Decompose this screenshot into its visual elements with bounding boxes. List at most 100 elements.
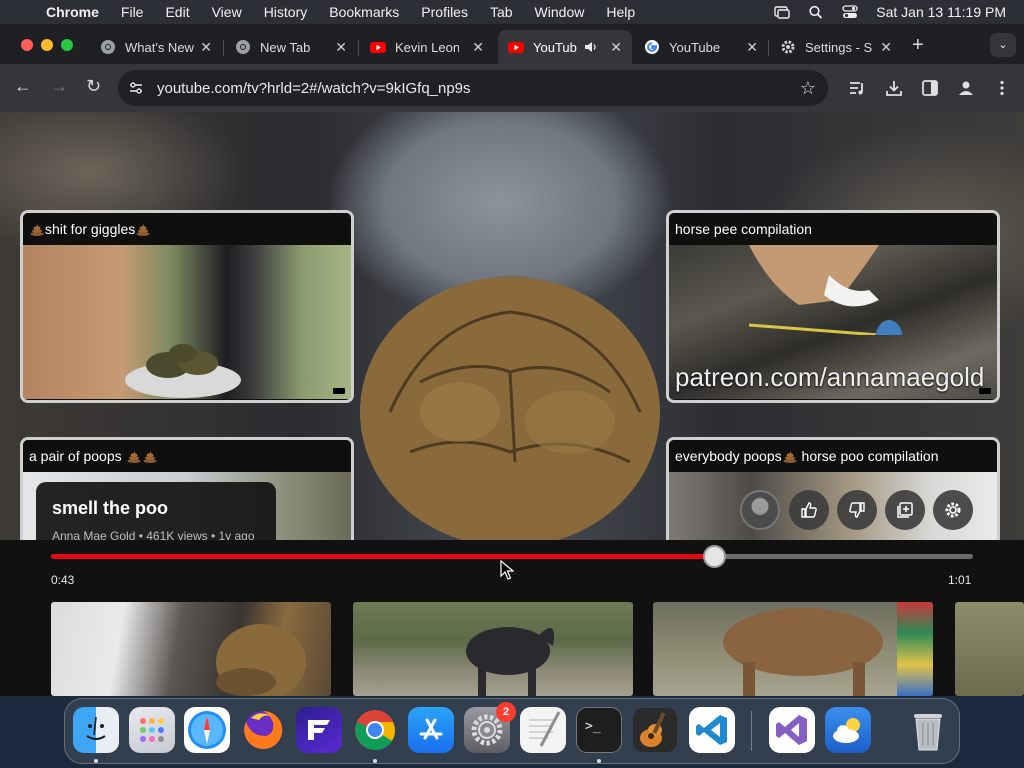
channel-avatar[interactable] <box>740 490 780 530</box>
terminal-icon[interactable]: >_ <box>576 707 622 753</box>
textedit-icon[interactable] <box>520 707 566 753</box>
profile-icon[interactable] <box>957 79 975 97</box>
close-icon[interactable]: ✕ <box>746 39 758 56</box>
tab-whats-new[interactable]: What's New ✕ <box>90 30 222 64</box>
tab-separator <box>223 40 224 56</box>
maximize-window-button[interactable] <box>61 39 73 51</box>
finder-icon[interactable] <box>73 707 119 753</box>
tab-youtube-active[interactable]: YouTube ✕ <box>498 30 632 64</box>
up-next-thumbnail-3[interactable] <box>653 602 933 696</box>
downloads-icon[interactable] <box>885 79 903 97</box>
up-next-thumbnail-1[interactable] <box>51 602 331 696</box>
progress-bar[interactable] <box>51 545 973 568</box>
audio-playing-icon[interactable] <box>584 40 598 54</box>
address-bar[interactable]: youtube.com/tv?hrld=2#/watch?v=9kIGfq_np… <box>118 70 828 106</box>
close-icon[interactable]: ✕ <box>335 39 347 56</box>
scrubber-handle[interactable] <box>702 545 726 568</box>
tab-search-button[interactable]: ⌄ <box>990 33 1016 57</box>
screen-mirroring-icon[interactable] <box>774 5 790 19</box>
tab-separator <box>768 40 769 56</box>
launchpad-icon[interactable] <box>129 707 175 753</box>
thumbnail-colorful-wall <box>897 602 933 696</box>
poop-emoji-icon <box>143 451 157 463</box>
minimize-window-button[interactable] <box>41 39 53 51</box>
back-button[interactable]: ← <box>14 76 32 97</box>
firefox-icon[interactable] <box>240 707 286 753</box>
gear-icon <box>945 502 961 518</box>
menu-window[interactable]: Window <box>524 4 596 20</box>
tab-label: What's New <box>125 39 194 55</box>
mouse-cursor-icon <box>500 560 514 580</box>
menu-history[interactable]: History <box>253 4 319 20</box>
youtube-icon <box>508 42 524 53</box>
thumbnail-horse-legs <box>748 245 903 335</box>
svg-text:>_: >_ <box>585 719 601 734</box>
garageband-icon[interactable] <box>632 707 678 753</box>
menu-tab[interactable]: Tab <box>479 4 524 20</box>
visual-studio-icon[interactable] <box>769 707 815 753</box>
save-to-playlist-button[interactable] <box>885 490 925 530</box>
chrome-dock-icon[interactable] <box>352 707 398 753</box>
trash-icon[interactable] <box>905 707 951 753</box>
thumbnail-dung <box>216 624 306 696</box>
macos-menu-bar: Chrome File Edit View History Bookmarks … <box>0 0 1024 24</box>
safari-icon[interactable] <box>184 707 230 753</box>
running-indicator <box>597 759 601 763</box>
forward-button[interactable]: → <box>50 76 68 97</box>
site-info-icon[interactable] <box>128 80 144 96</box>
menu-bookmarks[interactable]: Bookmarks <box>318 4 410 20</box>
gear-icon <box>781 40 795 54</box>
side-panel-icon[interactable] <box>921 79 939 97</box>
menu-view[interactable]: View <box>201 4 253 20</box>
like-button[interactable] <box>789 490 829 530</box>
close-icon[interactable]: ✕ <box>200 39 212 56</box>
up-next-thumbnail-4[interactable] <box>955 602 1024 696</box>
tab-label: YouTube <box>533 39 577 55</box>
thumbnail-brown-pony <box>723 608 883 696</box>
address-url[interactable]: youtube.com/tv?hrld=2#/watch?v=9kIGfq_np… <box>157 80 471 97</box>
suggestion-title: everybody poops horse poo compilation <box>669 440 997 472</box>
poop-emoji-icon <box>783 451 797 463</box>
total-time: 1:01 <box>948 573 972 587</box>
menu-app-name[interactable]: Chrome <box>42 4 110 20</box>
close-icon[interactable]: ✕ <box>472 39 484 56</box>
up-next-thumbnail-2[interactable] <box>353 602 633 696</box>
app-store-icon[interactable] <box>408 707 454 753</box>
close-icon[interactable]: ✕ <box>880 39 892 56</box>
menu-file[interactable]: File <box>110 4 155 20</box>
reload-button[interactable]: ↻ <box>86 76 101 97</box>
tab-label: YouTube <box>669 39 721 55</box>
fenix-app-icon[interactable] <box>296 707 342 753</box>
chrome-menu-icon[interactable] <box>993 79 1011 97</box>
tab-kevin-leonard[interactable]: Kevin Leonard ✕ <box>360 30 494 64</box>
menubar-clock[interactable]: Sat Jan 13 11:19 PM <box>876 4 1006 20</box>
tab-separator <box>358 40 359 56</box>
vscode-icon[interactable] <box>689 707 735 753</box>
running-indicator <box>373 759 377 763</box>
video-frame-manure <box>360 277 660 540</box>
weather-icon[interactable] <box>825 707 871 753</box>
menu-help[interactable]: Help <box>595 4 646 20</box>
tab-new-tab[interactable]: New Tab ✕ <box>225 30 357 64</box>
suggestion-thumbnail[interactable]: patreon.com/annamaegold <box>669 245 997 399</box>
spotlight-search-icon[interactable] <box>808 5 824 19</box>
suggestion-card-horse-pee-compilation[interactable]: horse pee compilation patreon.com/annama… <box>666 210 1000 403</box>
menu-profiles[interactable]: Profiles <box>410 4 479 20</box>
close-icon[interactable]: ✕ <box>610 39 622 56</box>
suggestion-card-shit-for-giggles[interactable]: shit for giggles <box>20 210 354 403</box>
media-controls-icon[interactable] <box>848 79 866 97</box>
control-center-icon[interactable] <box>842 5 858 19</box>
close-window-button[interactable] <box>21 39 33 51</box>
settings-button[interactable] <box>933 490 973 530</box>
new-tab-button[interactable]: + <box>912 34 924 57</box>
suggestion-title: a pair of poops <box>23 440 351 472</box>
suggestion-thumbnail[interactable] <box>23 245 351 399</box>
running-indicator <box>94 759 98 763</box>
dislike-button[interactable] <box>837 490 877 530</box>
menu-edit[interactable]: Edit <box>154 4 200 20</box>
current-time: 0:43 <box>51 573 75 587</box>
tab-strip: What's New ✕ New Tab ✕ Kevin Leonard ✕ Y… <box>0 24 1024 64</box>
bookmark-star-icon[interactable]: ☆ <box>800 78 816 99</box>
tab-youtube-google[interactable]: YouTube ✕ <box>634 30 768 64</box>
tab-settings[interactable]: Settings - S ✕ <box>770 30 902 64</box>
